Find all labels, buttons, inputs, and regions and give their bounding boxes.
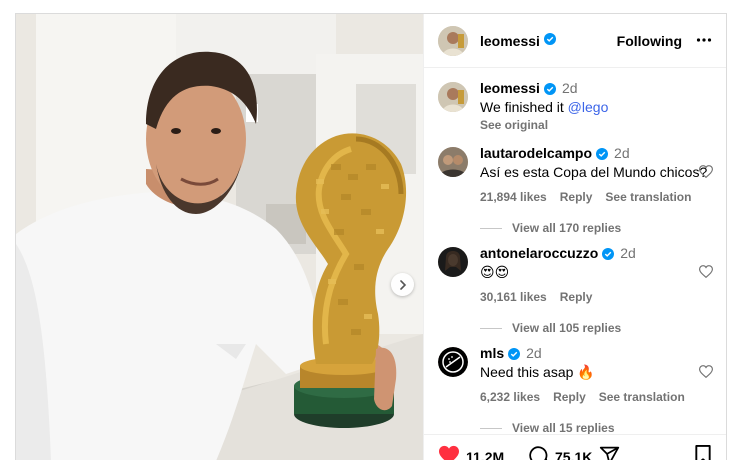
replies-divider-line <box>480 227 502 229</box>
post-header: leomessi Following <box>424 14 726 68</box>
reply-button[interactable]: Reply <box>553 390 586 404</box>
photo-illustration <box>16 14 423 460</box>
comment-text: Need this asap 🔥 <box>480 364 595 380</box>
comment-row: mls 2d Need this asap 🔥 6,232 likes Reply S… <box>438 345 717 406</box>
comment-meta: 6,232 likes Reply See translation <box>480 389 717 406</box>
avatar[interactable] <box>438 347 468 377</box>
comment-button[interactable]: 75.1K <box>528 445 592 460</box>
comment-body: lautarodelcampo 2d Así es esta Copa del M… <box>480 145 717 206</box>
comment-text: 😍😍 <box>480 264 510 280</box>
view-replies-label: View all 170 replies <box>512 221 622 235</box>
verified-badge-icon <box>596 147 609 164</box>
caption-text: We finished it @lego <box>480 99 717 116</box>
comment-likes-count[interactable]: 21,894 likes <box>480 190 547 204</box>
see-original-link[interactable]: See original <box>480 117 717 134</box>
following-button[interactable]: Following <box>617 33 682 49</box>
comment-body: mls 2d Need this asap 🔥 6,232 likes Reply S… <box>480 345 717 406</box>
verified-badge-icon <box>508 347 521 364</box>
comment-text: Así es esta Copa del Mundo chicos? <box>480 164 708 180</box>
reply-button[interactable]: Reply <box>560 290 593 304</box>
avatar[interactable] <box>438 25 468 56</box>
comment-like-heart-icon[interactable] <box>698 365 714 383</box>
caption-row: leomessi 2d We finished it @lego See orig… <box>438 80 717 134</box>
verified-badge-icon <box>602 247 615 264</box>
comment-timestamp[interactable]: 2d <box>614 145 630 161</box>
comment-username[interactable]: antonelaroccuzzo <box>480 245 598 261</box>
avatar[interactable] <box>438 147 468 177</box>
post-side-panel: leomessi Following leomessi 2d We finishe… <box>423 14 726 460</box>
comment-meta: 30,161 likes Reply <box>480 289 717 306</box>
post-action-bar: 11.2M 75.1K <box>424 434 726 460</box>
caption-body: leomessi 2d We finished it @lego See orig… <box>480 80 717 134</box>
more-options-icon[interactable] <box>696 32 712 53</box>
comment-count[interactable]: 75.1K <box>555 449 592 460</box>
view-replies-button[interactable]: View all 105 replies <box>480 321 621 335</box>
view-replies-label: View all 15 replies <box>512 421 615 435</box>
comment-timestamp[interactable]: 2d <box>526 345 542 361</box>
post-photo <box>16 14 423 460</box>
like-count[interactable]: 11.2M <box>466 449 504 460</box>
view-replies-button[interactable]: View all 170 replies <box>480 221 621 235</box>
comment-row: antonelaroccuzzo 2d 😍😍 30,161 likes Reply <box>438 245 717 306</box>
replies-divider-line <box>480 327 502 329</box>
caption-timestamp[interactable]: 2d <box>562 80 578 96</box>
heart-icon <box>438 445 460 460</box>
replies-divider-line <box>480 427 502 429</box>
post-author-username[interactable]: leomessi <box>480 33 540 49</box>
chevron-right-icon <box>398 279 408 290</box>
view-replies-label: View all 105 replies <box>512 321 622 335</box>
comment-icon <box>528 445 549 460</box>
caption-username[interactable]: leomessi <box>480 80 540 96</box>
see-translation-button[interactable]: See translation <box>605 190 691 204</box>
comment-like-heart-icon[interactable] <box>698 165 714 183</box>
see-translation-button[interactable]: See translation <box>599 390 685 404</box>
next-photo-button[interactable] <box>391 273 414 296</box>
reply-button[interactable]: Reply <box>560 190 593 204</box>
post-frame: leomessi Following leomessi 2d We finishe… <box>15 13 727 460</box>
bookmark-icon <box>694 445 712 460</box>
comment-username[interactable]: mls <box>480 345 504 361</box>
avatar[interactable] <box>438 82 468 112</box>
comment-username[interactable]: lautarodelcampo <box>480 145 592 161</box>
comment-meta: 21,894 likes Reply See translation <box>480 189 717 206</box>
comments-list: leomessi 2d We finished it @lego See orig… <box>424 69 726 443</box>
share-icon <box>599 445 620 460</box>
avatar[interactable] <box>438 247 468 277</box>
share-button[interactable] <box>599 445 620 460</box>
comment-likes-count[interactable]: 6,232 likes <box>480 390 540 404</box>
caption-mention-link[interactable]: @lego <box>568 99 609 115</box>
comment-timestamp[interactable]: 2d <box>620 245 636 261</box>
save-button[interactable] <box>694 445 712 460</box>
view-replies-button[interactable]: View all 15 replies <box>480 421 615 435</box>
comment-body: antonelaroccuzzo 2d 😍😍 30,161 likes Reply <box>480 245 717 306</box>
comment-like-heart-icon[interactable] <box>698 265 714 283</box>
comment-likes-count[interactable]: 30,161 likes <box>480 290 547 304</box>
verified-badge-icon <box>543 32 556 50</box>
like-button[interactable]: 11.2M <box>438 445 504 460</box>
comment-row: lautarodelcampo 2d Así es esta Copa del M… <box>438 145 717 206</box>
verified-badge-icon <box>543 82 556 99</box>
caption-text-content: We finished it <box>480 99 568 115</box>
